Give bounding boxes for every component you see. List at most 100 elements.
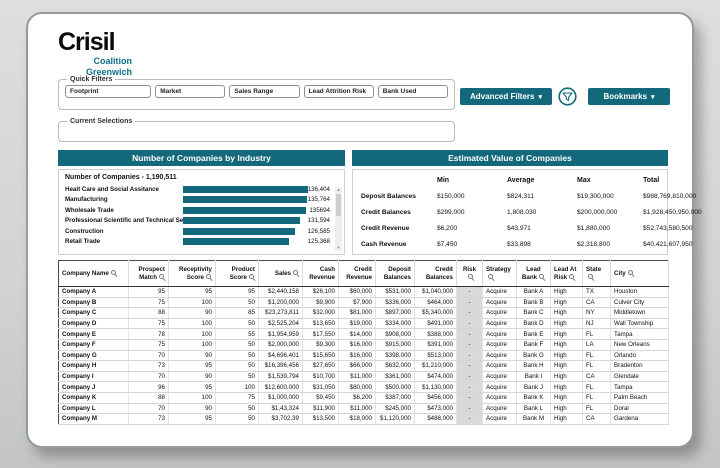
cell-product-score: 50 [216,297,259,308]
column-header-product-score: Product Score [216,261,259,287]
current-selections-legend: Current Selections [67,118,135,125]
cell-state: TX [583,287,611,298]
filter-field-bank-used[interactable]: Bank Used [378,85,448,98]
cell-strategy: Acquire [483,392,517,403]
cell-product-score: 85 [216,308,259,319]
industry-bar-fill [183,238,289,245]
cell-city: Glendale [611,371,669,382]
filter-field-sales-range[interactable]: Sales Range [229,85,299,98]
cell-credit-balances: $1,210,000 [415,361,457,372]
cell-prospect-match: 75 [129,318,169,329]
cell-lead-at-risk: High [551,361,583,372]
cell-cash-revenue: $13,650 [303,318,339,329]
cell-company-name: Company E [59,329,129,340]
filter-field-footprint[interactable]: Footprint [65,85,151,98]
scroll-down-icon[interactable]: ▼ [337,245,341,251]
estimated-value-grid: MinAverageMaxTotalDeposit Balances$150,0… [352,169,668,255]
scroll-up-icon[interactable]: ▲ [337,187,341,193]
cell-risk: - [457,350,483,361]
cell-lead-bank: Bank H [517,361,551,372]
cell-credit-balances: $488,000 [415,414,457,425]
industry-bar-value: 131,594 [302,217,330,224]
cell-state: FL [583,382,611,393]
cell-sales: $16,396,456 [259,361,303,372]
cell-prospect-match: 70 [129,403,169,414]
prospects-table: Company NameProspect MatchReceptivity Sc… [58,260,669,425]
advanced-filters-button[interactable]: Advanced Filters ▾ [460,88,552,105]
column-header-credit-balances: Credit Balances [415,261,457,287]
cell-sales: $2,440,158 [259,287,303,298]
search-icon[interactable] [569,274,575,280]
column-header-label: State [586,266,601,273]
table-row: Company D7510050$2,525,204$13,650$19,000… [59,318,669,329]
search-icon[interactable] [249,274,255,280]
search-icon[interactable] [206,274,212,280]
value-column-header: Average [507,177,577,193]
bookmarks-button[interactable]: Bookmarks ▾ [588,88,670,105]
filter-field-lead-attrition-risk[interactable]: Lead Attrition Risk [304,85,374,98]
cell-cash-revenue: $9,450 [303,392,339,403]
search-icon[interactable] [588,274,594,280]
cell-sales: $1,954,959 [259,329,303,340]
filter-field-market[interactable]: Market [155,85,225,98]
cell-city: Tampa [611,382,669,393]
cell-credit-balances: $513,000 [415,350,457,361]
table-row: Company A959595$2,440,158$26,100$60,000$… [59,287,669,298]
table-row: Company I709050$1,539,794$10,700$11,000$… [59,371,669,382]
cell-receptivity-score: 95 [169,287,216,298]
search-icon[interactable] [293,270,299,276]
cell-state: NJ [583,318,611,329]
column-header-prospect-match: Prospect Match [129,261,169,287]
cell-company-name: Company G [59,350,129,361]
cell-risk: - [457,318,483,329]
search-icon[interactable] [111,270,117,276]
table-header-row: Company NameProspect MatchReceptivity Sc… [59,261,669,287]
industry-bar-row: Manufacturing135,764 [65,195,342,206]
scrollbar-thumb[interactable] [336,194,341,216]
industry-bars: Healt Care and Social Assitance136,404Ma… [65,184,342,247]
value-cell: $824,311 [507,193,577,209]
table-row: Company K8810075$1,000,000$9,450$6,200$3… [59,392,669,403]
current-selections-box: Current Selections [58,118,455,142]
column-header-lead-bank: Lead Bank [517,261,551,287]
cell-credit-balances: $491,000 [415,318,457,329]
industry-bar-label: Construction [65,228,183,235]
funnel-filter-button[interactable] [558,87,577,106]
cell-strategy: Acquire [483,297,517,308]
cell-lead-at-risk: High [551,414,583,425]
industry-bar-value: 135694 [302,207,330,214]
cell-receptivity-score: 95 [169,414,216,425]
cell-city: Doral [611,403,669,414]
cell-product-score: 50 [216,350,259,361]
cell-product-score: 50 [216,361,259,372]
cell-prospect-match: 75 [129,297,169,308]
column-header-label: Company Name [62,270,109,277]
industry-bar [183,186,308,193]
search-icon[interactable] [488,274,494,280]
column-header-label: Cash Revenue [309,266,335,281]
industry-bar-label: Healt Care and Social Assitance [65,186,183,193]
cell-state: FL [583,329,611,340]
cell-prospect-match: 95 [129,287,169,298]
industry-bar-fill [183,217,300,224]
search-icon[interactable] [628,270,634,276]
cell-prospect-match: 73 [129,414,169,425]
cell-receptivity-score: 90 [169,371,216,382]
cell-credit-revenue: $18,000 [339,414,376,425]
cell-cash-revenue: $17,550 [303,329,339,340]
cell-risk: - [457,297,483,308]
column-header-label: City [614,270,626,277]
cell-sales: $1,000,000 [259,392,303,403]
value-cell: $988,769,810,000 [643,193,702,209]
search-icon[interactable] [539,274,545,280]
cell-strategy: Acquire [483,308,517,319]
column-header-strategy: Strategy [483,261,517,287]
cell-state: FL [583,392,611,403]
column-header-company-name: Company Name [59,261,129,287]
chart-scrollbar[interactable]: ▲ ▼ [335,187,342,251]
cell-strategy: Acquire [483,414,517,425]
search-icon[interactable] [468,274,474,280]
search-icon[interactable] [159,274,165,280]
column-header-city: City [611,261,669,287]
cell-lead-at-risk: High [551,339,583,350]
